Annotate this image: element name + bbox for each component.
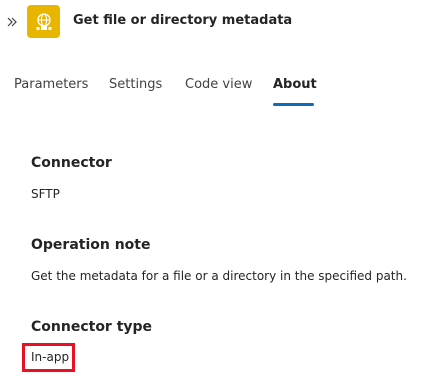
operation-title: Get file or directory metadata	[73, 13, 293, 28]
connector-heading: Connector	[31, 155, 112, 171]
operation-note-heading: Operation note	[31, 237, 151, 253]
double-chevron-right-icon[interactable]	[4, 12, 20, 32]
active-tab-indicator	[273, 103, 314, 106]
tab-parameters[interactable]: Parameters	[14, 77, 88, 92]
tab-settings[interactable]: Settings	[109, 77, 162, 92]
tab-about[interactable]: About	[273, 77, 317, 92]
panel-header: Get file or directory metadata	[0, 0, 422, 46]
tab-bar: Parameters Settings Code view About	[0, 74, 422, 108]
connector-type-value: In-app	[31, 350, 70, 364]
connector-type-heading: Connector type	[31, 319, 153, 335]
connector-value: SFTP	[31, 187, 60, 201]
sftp-connector-icon	[27, 5, 60, 38]
tab-code-view[interactable]: Code view	[185, 77, 252, 92]
operation-note-value: Get the metadata for a file or a directo…	[31, 269, 407, 283]
